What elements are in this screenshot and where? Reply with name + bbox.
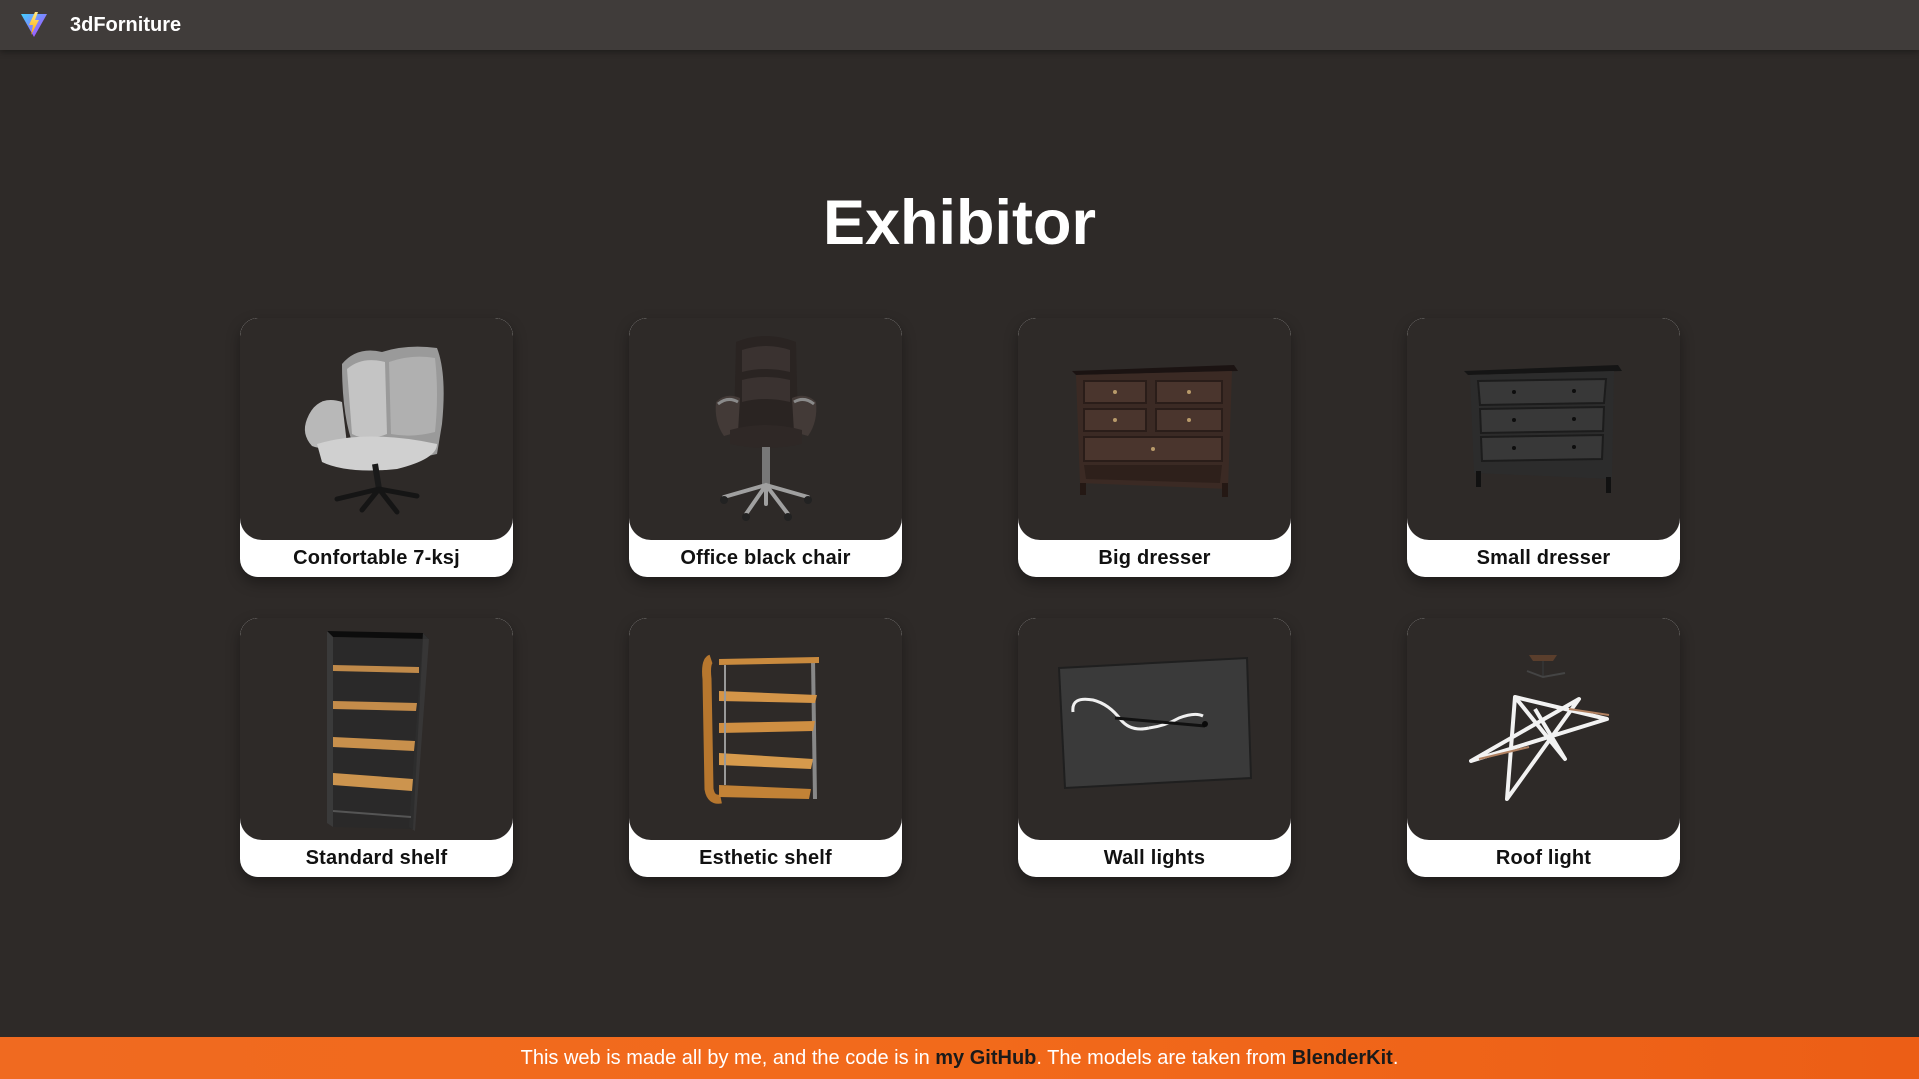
esthetic-shelf-icon xyxy=(701,654,819,804)
card-label: Big dresser xyxy=(1098,547,1211,569)
page-title: Exhibitor xyxy=(822,188,1096,258)
card-preview xyxy=(1018,618,1291,840)
wall-light-icon xyxy=(1057,656,1252,790)
blenderkit-link[interactable]: BlenderKit xyxy=(1292,1047,1393,1070)
furniture-card[interactable]: Roof light xyxy=(1407,618,1680,877)
furniture-card[interactable]: Standard shelf xyxy=(240,618,513,877)
card-preview xyxy=(629,618,902,840)
card-preview xyxy=(1407,318,1680,540)
card-label: Wall lights xyxy=(1103,847,1206,869)
furniture-card[interactable]: Small dresser xyxy=(1407,318,1680,577)
furniture-card[interactable]: Big dresser xyxy=(1018,318,1291,577)
card-label: Confortable 7-ksj xyxy=(293,547,460,569)
card-preview xyxy=(1407,618,1680,840)
roof-light-icon xyxy=(1468,655,1609,801)
card-label: Standard shelf xyxy=(305,847,448,869)
footer: This web is made all by me, and the code… xyxy=(0,1037,1919,1079)
top-navbar: 3dForniture xyxy=(0,0,1919,50)
vite-logo-icon[interactable] xyxy=(18,9,50,41)
brand-name[interactable]: 3dForniture xyxy=(70,14,181,37)
footer-text: . xyxy=(1392,1046,1399,1069)
furniture-card[interactable]: Esthetic shelf xyxy=(629,618,902,877)
furniture-card[interactable]: Office black chair xyxy=(629,318,902,577)
card-preview xyxy=(629,318,902,540)
card-label: Esthetic shelf xyxy=(699,847,832,869)
card-label: Small dresser xyxy=(1476,547,1611,569)
furniture-card[interactable]: Confortable 7-ksj xyxy=(240,318,513,577)
card-preview xyxy=(1018,318,1291,540)
footer-text: This web is made all by me, and the code… xyxy=(520,1046,936,1069)
card-label: Roof light xyxy=(1495,847,1592,869)
card-preview xyxy=(240,618,513,840)
big-dresser-icon xyxy=(1071,365,1238,497)
standard-shelf-icon xyxy=(326,630,429,831)
footer-text: . The models are taken from xyxy=(1036,1046,1292,1069)
card-preview xyxy=(240,318,513,540)
armchair-icon xyxy=(304,346,444,515)
small-dresser-icon xyxy=(1463,365,1622,493)
office-chair-icon xyxy=(715,335,816,521)
card-label: Office black chair xyxy=(680,547,851,569)
furniture-card[interactable]: Wall lights xyxy=(1018,618,1291,877)
furniture-grid: Confortable 7-ksj Office black chair Big… xyxy=(240,318,1680,877)
github-link[interactable]: my GitHub xyxy=(935,1047,1036,1070)
